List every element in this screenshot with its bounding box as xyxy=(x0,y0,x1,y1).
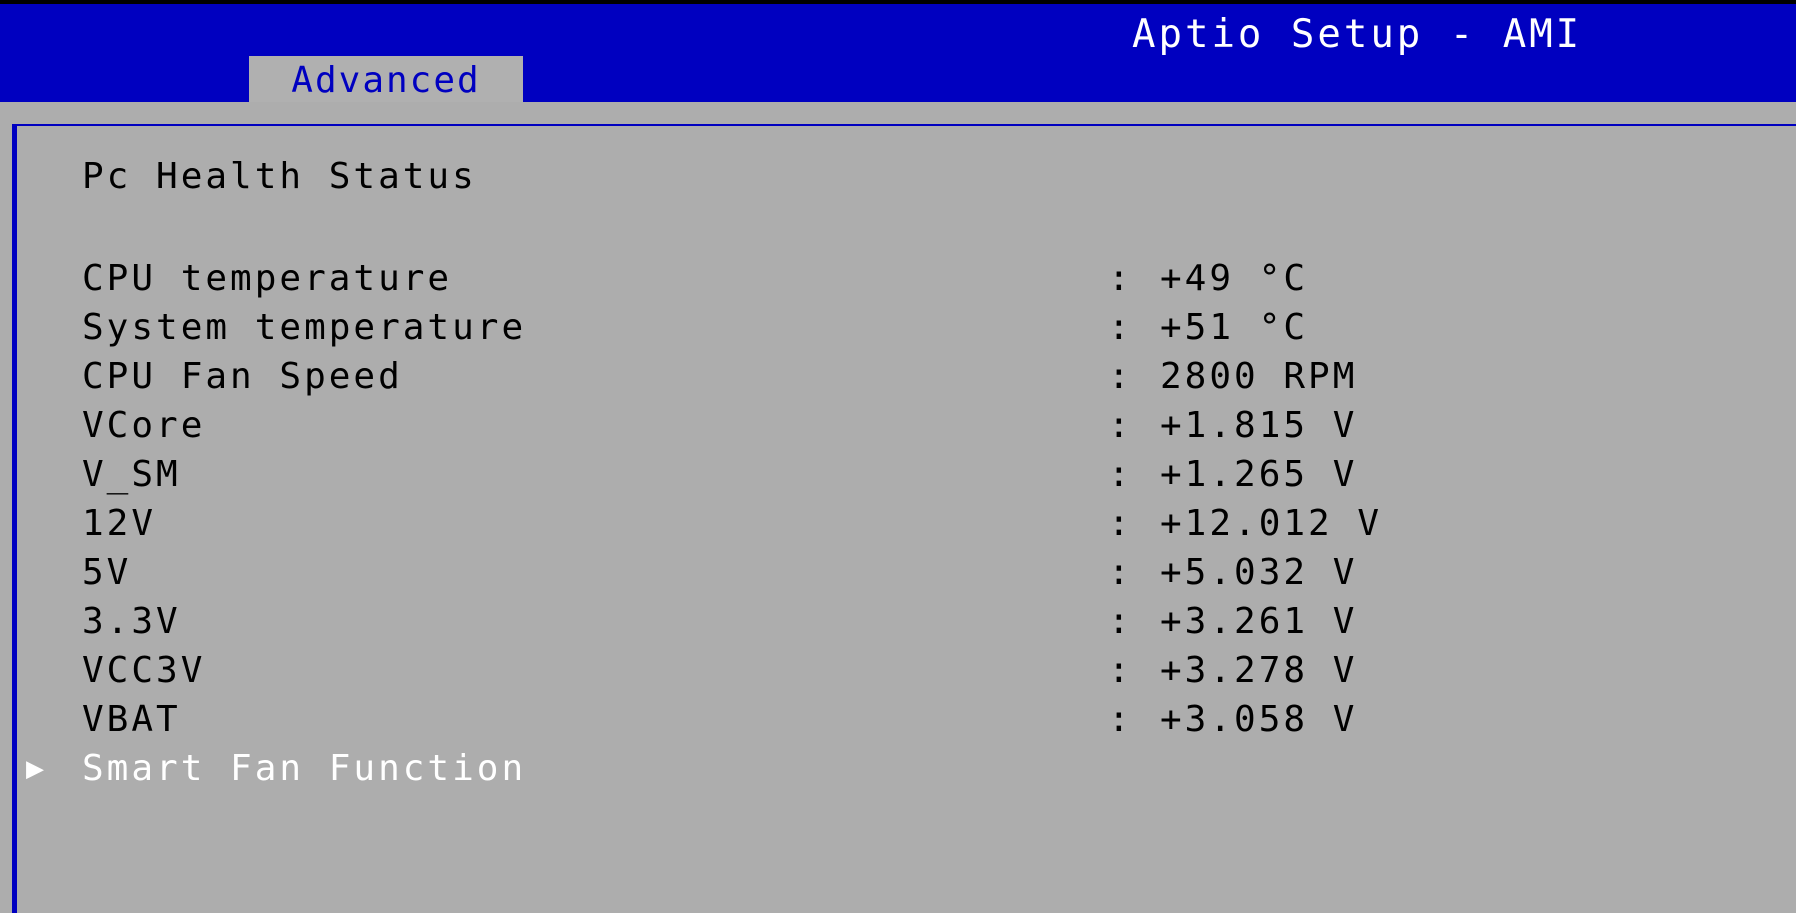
status-separator: : xyxy=(1108,601,1130,642)
status-label: VBAT xyxy=(82,699,181,740)
status-value: 2800 RPM xyxy=(1160,356,1358,397)
status-separator: : xyxy=(1108,258,1130,299)
health-status-list: CPU temperature : +49 °C System temperat… xyxy=(0,254,1796,744)
page-title: Pc Health Status xyxy=(82,156,477,197)
tab-advanced[interactable]: Advanced xyxy=(249,56,523,106)
status-label: System temperature xyxy=(82,307,527,348)
bios-screen: Aptio Setup - AMI Advanced Pc Health Sta… xyxy=(0,0,1796,913)
status-label: CPU temperature xyxy=(82,258,453,299)
status-value: +49 °C xyxy=(1160,258,1309,299)
status-label: 12V xyxy=(82,503,157,544)
status-label: VCC3V xyxy=(82,650,206,691)
status-separator: : xyxy=(1108,307,1130,348)
header-bar: Aptio Setup - AMI Advanced xyxy=(0,4,1796,106)
status-separator: : xyxy=(1108,356,1130,397)
status-label: 3.3V xyxy=(82,601,181,642)
status-row-system-temperature: System temperature : +51 °C xyxy=(0,303,1796,352)
status-row-3-3v: 3.3V : +3.261 V xyxy=(0,597,1796,646)
status-separator: : xyxy=(1108,503,1130,544)
status-separator: : xyxy=(1108,552,1130,593)
status-value: +12.012 V xyxy=(1160,503,1383,544)
status-row-cpu-temperature: CPU temperature : +49 °C xyxy=(0,254,1796,303)
status-separator: : xyxy=(1108,650,1130,691)
status-label: V_SM xyxy=(82,454,181,495)
status-value: +3.261 V xyxy=(1160,601,1358,642)
status-row-12v: 12V : +12.012 V xyxy=(0,499,1796,548)
status-row-vbat: VBAT : +3.058 V xyxy=(0,695,1796,744)
status-row-vcc3v: VCC3V : +3.278 V xyxy=(0,646,1796,695)
play-triangle-icon: ▶ xyxy=(26,751,45,786)
status-row-cpu-fan-speed: CPU Fan Speed : 2800 RPM xyxy=(0,352,1796,401)
status-value: +1.265 V xyxy=(1160,454,1358,495)
status-label: VCore xyxy=(82,405,206,446)
status-row-v-sm: V_SM : +1.265 V xyxy=(0,450,1796,499)
status-label: 5V xyxy=(82,552,132,593)
status-row-5v: 5V : +5.032 V xyxy=(0,548,1796,597)
status-value: +51 °C xyxy=(1160,307,1309,348)
status-value: +3.058 V xyxy=(1160,699,1358,740)
status-separator: : xyxy=(1108,405,1130,446)
status-label: CPU Fan Speed xyxy=(82,356,403,397)
submenu-label: Smart Fan Function xyxy=(82,748,527,789)
status-value: +5.032 V xyxy=(1160,552,1358,593)
status-separator: : xyxy=(1108,454,1130,495)
status-row-vcore: VCore : +1.815 V xyxy=(0,401,1796,450)
status-separator: : xyxy=(1108,699,1130,740)
main-panel: Pc Health Status CPU temperature : +49 °… xyxy=(0,102,1796,913)
status-value: +3.278 V xyxy=(1160,650,1358,691)
status-value: +1.815 V xyxy=(1160,405,1358,446)
app-title: Aptio Setup - AMI xyxy=(1132,12,1583,57)
submenu-smart-fan-function[interactable]: ▶ Smart Fan Function xyxy=(0,744,1796,793)
